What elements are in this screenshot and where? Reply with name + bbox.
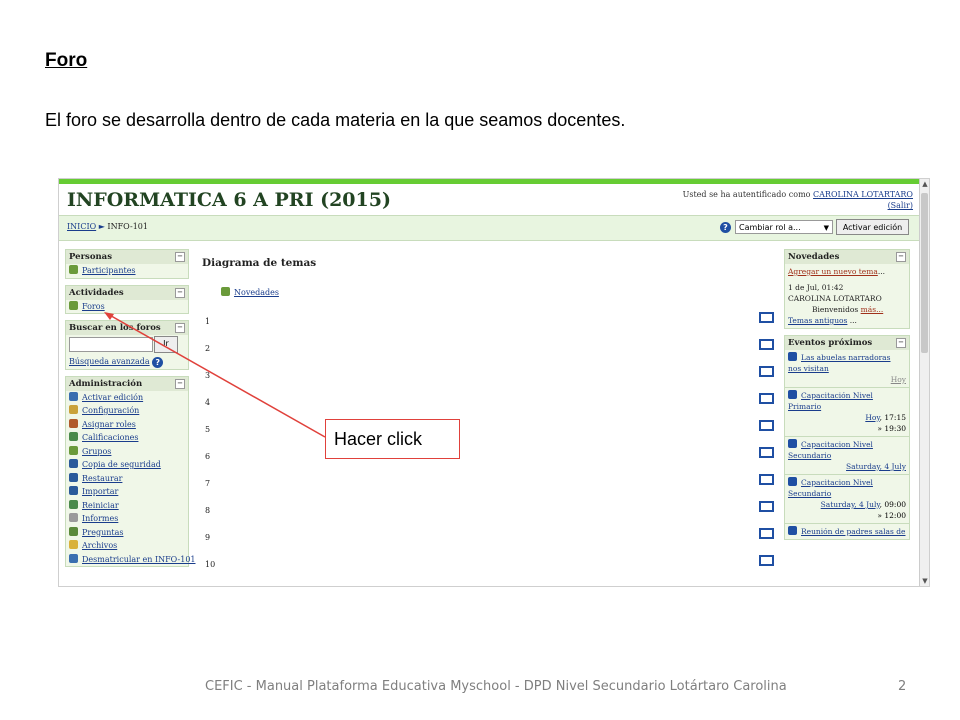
callout-box: Hacer click bbox=[325, 419, 460, 459]
callout-arrow-head bbox=[104, 312, 114, 320]
callout-arrow bbox=[104, 312, 326, 438]
page-number: 2 bbox=[898, 679, 907, 694]
footer-text: CEFIC - Manual Plataforma Educativa Mysc… bbox=[205, 679, 787, 694]
callout-arrow-line bbox=[105, 312, 326, 438]
